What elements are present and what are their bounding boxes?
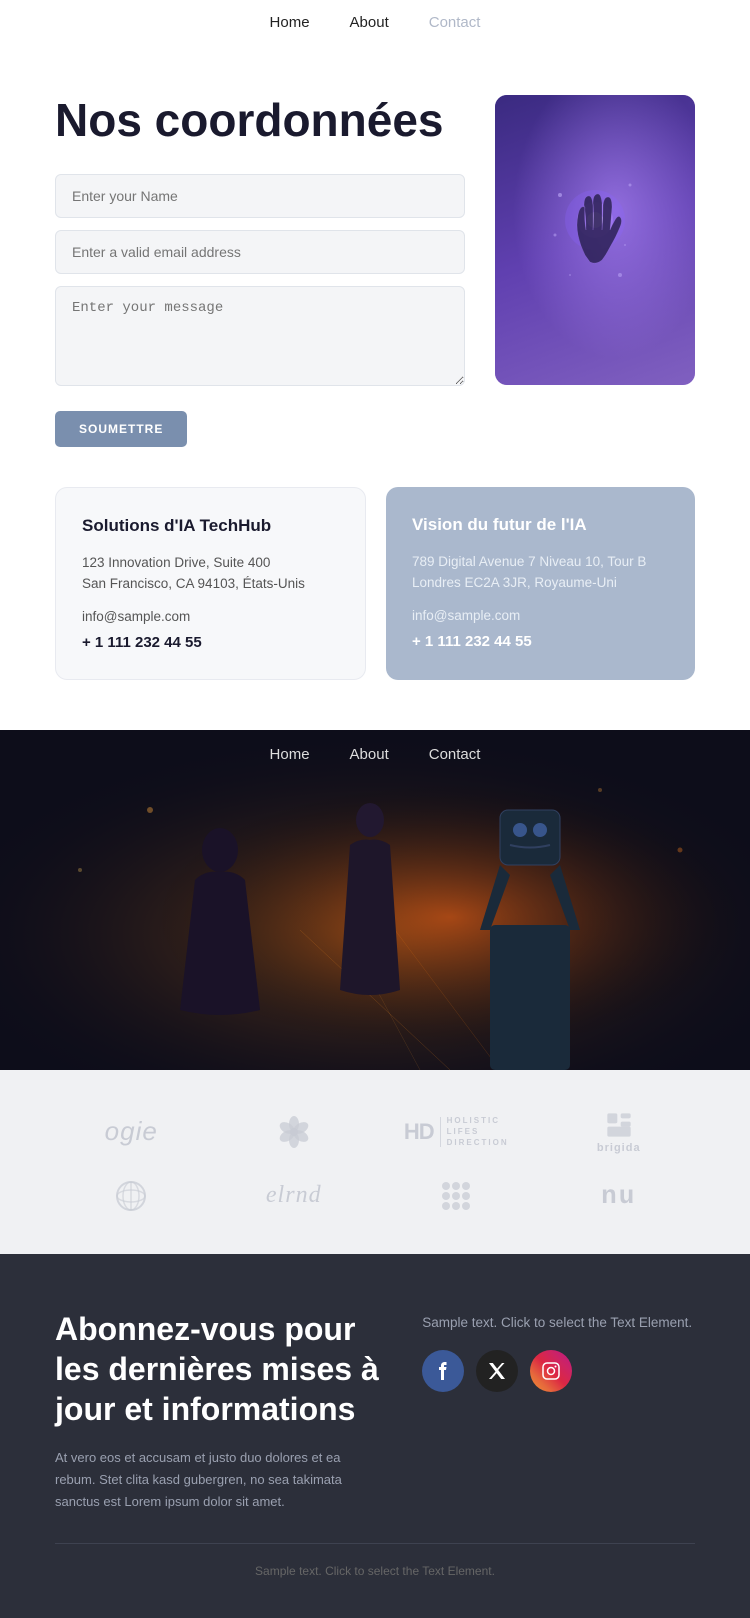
subscribe-inner: Abonnez-vous pour les dernières mises à … — [55, 1309, 695, 1513]
facebook-button[interactable] — [422, 1350, 464, 1392]
name-field-group — [55, 174, 465, 218]
name-input[interactable] — [55, 174, 465, 218]
subscribe-right: Sample text. Click to select the Text El… — [422, 1309, 695, 1513]
email-field-group — [55, 230, 465, 274]
submit-button[interactable]: SOUMETTRE — [55, 411, 187, 447]
logo-circle-lines — [113, 1178, 149, 1214]
main-nav: Home About Contact — [0, 0, 750, 45]
subscribe-sample-text: Sample text. Click to select the Text El… — [422, 1315, 695, 1330]
scene-svg — [0, 730, 750, 1070]
subscribe-title: Abonnez-vous pour les dernières mises à … — [55, 1309, 382, 1429]
dots-icon — [438, 1178, 474, 1214]
footer-bottom: Sample text. Click to select the Text El… — [55, 1543, 695, 1578]
logos-grid: ogie HD HOLISTIC LIFES DIRE — [55, 1110, 695, 1214]
circle-lines-icon — [113, 1178, 149, 1214]
logo-nu: nu — [601, 1181, 636, 1211]
card-vision-title: Vision du futur de l'IA — [412, 515, 669, 535]
hero-image — [495, 95, 695, 385]
image-nav: Home About Contact — [0, 746, 750, 763]
footer-bottom-text: Sample text. Click to select the Text El… — [55, 1564, 695, 1578]
card-vision: Vision du futur de l'IA 789 Digital Aven… — [386, 487, 695, 680]
logo-brigida: brigida — [597, 1110, 641, 1154]
subscribe-description: At vero eos et accusam et justo duo dolo… — [55, 1447, 382, 1513]
logo-elrnd: elrnd — [266, 1182, 322, 1209]
subscribe-left: Abonnez-vous pour les dernières mises à … — [55, 1309, 382, 1513]
image-nav-about[interactable]: About — [350, 746, 389, 763]
card-vision-address: 789 Digital Avenue 7 Niveau 10, Tour B L… — [412, 551, 669, 594]
full-width-image: Home About Contact — [0, 730, 750, 1070]
logos-section: ogie HD HOLISTIC LIFES DIRE — [0, 1070, 750, 1254]
image-nav-contact[interactable]: Contact — [429, 746, 481, 763]
logo-ogie: ogie — [105, 1116, 158, 1147]
nav-home[interactable]: Home — [270, 14, 310, 31]
logo-hd: HD HOLISTIC LIFES DIRECTION — [404, 1116, 509, 1147]
cards-section: Solutions d'IA TechHub 123 Innovation Dr… — [0, 487, 750, 730]
flower-icon — [276, 1114, 312, 1150]
message-input[interactable] — [55, 286, 465, 386]
nav-contact[interactable]: Contact — [429, 14, 481, 31]
card-techhub-email: info@sample.com — [82, 609, 339, 624]
card-techhub-phone: + 1 111 232 44 55 — [82, 634, 339, 651]
page-title: Nos coordonnées — [55, 95, 465, 146]
card-techhub-title: Solutions d'IA TechHub — [82, 516, 339, 536]
hand-svg — [540, 165, 650, 315]
image-background — [0, 730, 750, 1070]
hero-section: Nos coordonnées SOUMETTRE — [0, 45, 750, 487]
card-vision-email: info@sample.com — [412, 608, 669, 623]
card-techhub: Solutions d'IA TechHub 123 Innovation Dr… — [55, 487, 366, 680]
image-nav-home[interactable]: Home — [270, 746, 310, 763]
subscribe-section: Abonnez-vous pour les dernières mises à … — [0, 1254, 750, 1618]
card-techhub-address: 123 Innovation Drive, Suite 400 San Fran… — [82, 552, 339, 595]
facebook-icon — [434, 1362, 452, 1380]
logo-dots — [438, 1178, 474, 1214]
social-icons-group — [422, 1350, 695, 1392]
card-vision-phone: + 1 111 232 44 55 — [412, 633, 669, 650]
nav-about[interactable]: About — [350, 14, 389, 31]
instagram-button[interactable] — [530, 1350, 572, 1392]
hand-illustration — [495, 95, 695, 385]
message-field-group — [55, 286, 465, 391]
hero-left: Nos coordonnées SOUMETTRE — [55, 95, 465, 447]
twitter-x-icon — [488, 1362, 506, 1380]
instagram-icon — [542, 1362, 560, 1380]
brigida-icon — [604, 1110, 634, 1140]
email-input[interactable] — [55, 230, 465, 274]
logo-flower — [276, 1114, 312, 1150]
twitter-button[interactable] — [476, 1350, 518, 1392]
